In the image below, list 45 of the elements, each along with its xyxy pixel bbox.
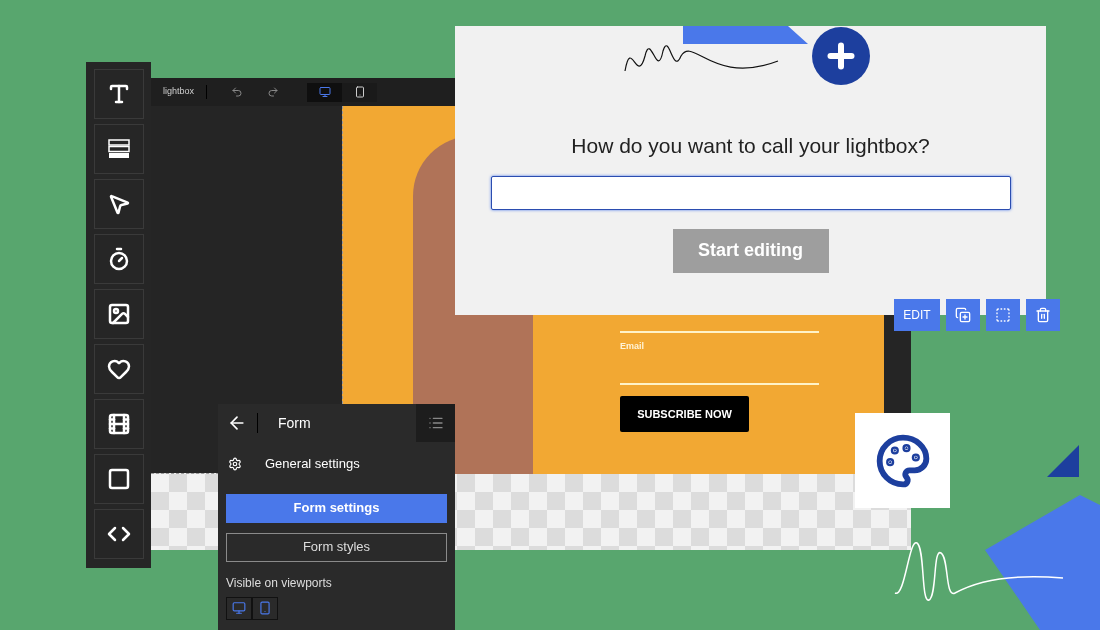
duplicate-button[interactable] (946, 299, 980, 331)
document-title: lightbox (163, 85, 208, 99)
monitor-icon (232, 601, 246, 615)
name-input[interactable] (490, 175, 1011, 210)
settings-tab[interactable]: Form styles (226, 532, 447, 562)
viewport-toggle[interactable] (226, 596, 252, 620)
viewport-toggle[interactable] (252, 596, 278, 620)
tool-button[interactable] (93, 509, 144, 559)
dashed-square-icon (995, 307, 1011, 323)
dialog-title: How do you want to call your lightbox? (571, 133, 930, 159)
smartphone-icon (258, 601, 272, 615)
square-icon (106, 467, 131, 491)
tool-button[interactable] (93, 69, 144, 119)
tool-button[interactable] (93, 234, 144, 284)
panel-title: Form (278, 413, 311, 433)
viewports-label: Visible on viewports (226, 574, 333, 592)
palette-icon (874, 432, 931, 489)
trash-icon (1035, 307, 1051, 323)
heart-icon (106, 357, 131, 381)
field-label: Email (620, 340, 644, 353)
tool-button[interactable] (93, 399, 144, 449)
delete-button[interactable] (1026, 299, 1060, 331)
settings-icon (228, 456, 242, 471)
tool-button[interactable] (93, 344, 144, 394)
subscribe-button[interactable]: SUBSCRIBE NOW (620, 396, 749, 432)
monitor-icon (318, 86, 331, 98)
tool-button[interactable] (93, 454, 144, 504)
tool-button[interactable] (93, 124, 144, 174)
tool-button[interactable] (93, 179, 144, 229)
image-icon (106, 302, 131, 326)
copy-plus-icon (955, 307, 971, 323)
general-settings-label[interactable]: General settings (265, 454, 360, 474)
triangle-shape (1047, 445, 1079, 477)
viewport-toggle[interactable] (342, 82, 378, 102)
edit-button[interactable]: EDIT (894, 299, 940, 331)
rows-icon (106, 137, 131, 161)
tool-button[interactable] (93, 289, 144, 339)
list-view-button[interactable] (416, 404, 455, 442)
list-icon (427, 415, 444, 431)
viewport-toggle[interactable] (307, 82, 343, 102)
undo-icon[interactable] (231, 86, 244, 98)
smartphone-icon (353, 86, 366, 98)
settings-tab[interactable]: Form settings (226, 493, 447, 523)
film-icon (106, 412, 131, 436)
redo-icon[interactable] (267, 86, 280, 98)
